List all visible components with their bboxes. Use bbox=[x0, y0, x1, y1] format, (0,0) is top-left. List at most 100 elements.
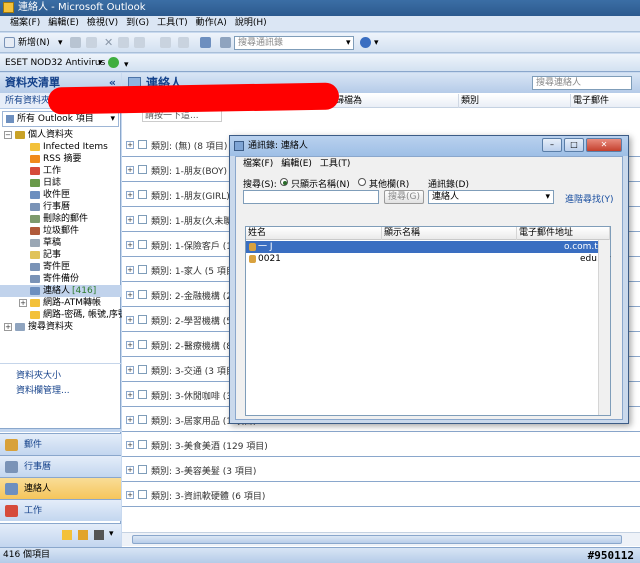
group-checkbox[interactable] bbox=[138, 215, 147, 224]
expand-icon[interactable]: + bbox=[19, 299, 27, 307]
maximize-button[interactable]: □ bbox=[564, 138, 584, 152]
group-checkbox[interactable] bbox=[138, 415, 147, 424]
folder-list-shortcut-icon[interactable] bbox=[78, 530, 88, 540]
group-checkbox[interactable] bbox=[138, 490, 147, 499]
menu-actions[interactable]: 動作(A) bbox=[192, 16, 231, 31]
expand-group-icon[interactable]: + bbox=[126, 391, 134, 399]
folder-item[interactable]: 垃圾郵件 bbox=[0, 225, 121, 237]
category-group-row[interactable]: + 類別: 3-美食美酒 (129 項目) bbox=[122, 434, 640, 457]
expand-icon[interactable]: + bbox=[4, 323, 12, 331]
name-only-radio[interactable] bbox=[280, 178, 288, 186]
eset-status-icon[interactable] bbox=[108, 57, 119, 68]
expand-group-icon[interactable]: + bbox=[126, 266, 134, 274]
group-checkbox[interactable] bbox=[138, 165, 147, 174]
more-columns-radio[interactable] bbox=[358, 178, 366, 186]
list-column-email[interactable]: 電子郵件地址 bbox=[517, 227, 610, 240]
data-file-management-link[interactable]: 資料欄管理... bbox=[16, 383, 70, 396]
column-file-as[interactable]: 歸檔為 bbox=[332, 94, 458, 108]
group-checkbox[interactable] bbox=[138, 190, 147, 199]
folder-item[interactable]: + 網路-ATM轉帳 bbox=[0, 297, 121, 309]
expand-group-icon[interactable]: + bbox=[126, 316, 134, 324]
group-checkbox[interactable] bbox=[138, 340, 147, 349]
search-contacts-input[interactable]: 搜尋連絡人 bbox=[532, 76, 632, 90]
dialog-menu-tools[interactable]: 工具(T) bbox=[316, 157, 355, 171]
group-checkbox[interactable] bbox=[138, 290, 147, 299]
address-search-dropdown-chevron-icon[interactable]: ▾ bbox=[346, 36, 351, 50]
name-only-label[interactable]: 只顯示名稱(N) bbox=[291, 177, 350, 190]
delete-icon[interactable]: ✕ bbox=[104, 36, 113, 50]
address-book-icon[interactable] bbox=[200, 37, 211, 48]
folder-item[interactable]: − 個人資料夾 bbox=[0, 129, 121, 141]
follow-up-flag-icon[interactable] bbox=[178, 37, 189, 48]
notes-shortcut-icon[interactable] bbox=[62, 530, 72, 540]
help-icon[interactable] bbox=[360, 37, 371, 48]
folder-item[interactable]: RSS 摘要 bbox=[0, 153, 121, 165]
folder-item[interactable]: 連絡人 [416] bbox=[0, 285, 121, 297]
menu-tools[interactable]: 工具(T) bbox=[153, 16, 192, 31]
categorize-icon[interactable] bbox=[160, 37, 171, 48]
mail-contact-icon[interactable] bbox=[118, 37, 129, 48]
eset-addon-button[interactable]: ESET NOD32 Antivirus bbox=[5, 56, 105, 70]
search-go-button[interactable]: 搜尋(G) bbox=[384, 190, 424, 204]
expand-group-icon[interactable]: + bbox=[126, 141, 134, 149]
address-book-select[interactable]: 連絡人 ▾ bbox=[428, 190, 554, 204]
call-icon[interactable] bbox=[134, 37, 145, 48]
more-columns-label[interactable]: 其他欄(R) bbox=[369, 177, 409, 190]
column-email[interactable]: 電子郵件 bbox=[570, 94, 640, 108]
folder-item[interactable]: 收件匣 bbox=[0, 189, 121, 201]
nav-button[interactable]: 連絡人 bbox=[0, 477, 121, 499]
nav-button[interactable]: 郵件 bbox=[0, 433, 121, 455]
expand-group-icon[interactable]: + bbox=[126, 416, 134, 424]
expand-group-icon[interactable]: + bbox=[126, 341, 134, 349]
group-checkbox[interactable] bbox=[138, 365, 147, 374]
new-dropdown-chevron-icon[interactable]: ▾ bbox=[58, 36, 63, 50]
folder-item[interactable]: 寄件匣 bbox=[0, 261, 121, 273]
category-group-row[interactable]: + 類別: 3-美容美髮 (3 項目) bbox=[122, 459, 640, 482]
list-column-name[interactable]: 姓名 bbox=[246, 227, 382, 240]
expand-group-icon[interactable]: + bbox=[126, 191, 134, 199]
expand-group-icon[interactable]: + bbox=[126, 366, 134, 374]
group-checkbox[interactable] bbox=[138, 440, 147, 449]
expand-group-icon[interactable]: + bbox=[126, 216, 134, 224]
view-selector-chevron-icon[interactable]: ▾ bbox=[110, 112, 115, 126]
dialog-menu-edit[interactable]: 編輯(E) bbox=[277, 157, 316, 171]
search-address-book-input[interactable]: 搜尋通訊錄 bbox=[234, 36, 354, 50]
expand-group-icon[interactable]: + bbox=[126, 466, 134, 474]
folder-item[interactable]: + 搜尋資料夾 bbox=[0, 321, 121, 333]
menu-view[interactable]: 檢視(V) bbox=[83, 16, 122, 31]
expand-group-icon[interactable]: + bbox=[126, 441, 134, 449]
advanced-find-link[interactable]: 進階尋找(Y) bbox=[565, 192, 614, 205]
move-to-folder-icon[interactable] bbox=[86, 37, 97, 48]
category-group-row[interactable]: + 類別: 3-資訊軟硬體 (6 項目) bbox=[122, 484, 640, 507]
list-item[interactable]: 0021 edu.tw bbox=[246, 253, 611, 265]
toolbar-options-chevron-icon[interactable]: ▾ bbox=[124, 58, 129, 72]
menu-help[interactable]: 說明(H) bbox=[231, 16, 271, 31]
group-checkbox[interactable] bbox=[138, 240, 147, 249]
help-dropdown-chevron-icon[interactable]: ▾ bbox=[374, 36, 379, 50]
scrollbar-thumb[interactable] bbox=[132, 535, 622, 544]
horizontal-scrollbar[interactable] bbox=[122, 532, 640, 546]
folder-item[interactable]: 刪除的郵件 bbox=[0, 213, 121, 225]
minimize-button[interactable]: – bbox=[542, 138, 562, 152]
folder-item[interactable]: 草稿 bbox=[0, 237, 121, 249]
menu-edit[interactable]: 編輯(E) bbox=[44, 16, 83, 31]
address-book-chevron-icon[interactable]: ▾ bbox=[545, 191, 550, 203]
folder-item[interactable]: 記事 bbox=[0, 249, 121, 261]
list-vertical-scrollbar[interactable] bbox=[598, 240, 610, 415]
menu-file[interactable]: 檔案(F) bbox=[6, 16, 44, 31]
folder-item[interactable]: 網路-密碼, 帳號,序號 bbox=[0, 309, 127, 321]
print-icon[interactable] bbox=[70, 37, 81, 48]
expand-group-icon[interactable]: + bbox=[126, 491, 134, 499]
group-checkbox[interactable] bbox=[138, 265, 147, 274]
nav-splitter[interactable] bbox=[0, 428, 121, 432]
list-item[interactable]: 一 J o.com.tw bbox=[246, 241, 610, 253]
dialog-menu-file[interactable]: 檔案(F) bbox=[239, 157, 277, 171]
group-checkbox[interactable] bbox=[138, 140, 147, 149]
list-column-display-name[interactable]: 顯示名稱 bbox=[382, 227, 517, 240]
close-button[interactable]: ✕ bbox=[586, 138, 622, 152]
folder-item[interactable]: 行事曆 bbox=[0, 201, 121, 213]
folder-item[interactable]: 日誌 bbox=[0, 177, 121, 189]
expand-group-icon[interactable]: + bbox=[126, 166, 134, 174]
new-button[interactable]: 新增(N) bbox=[18, 36, 50, 50]
shortcuts-icon[interactable] bbox=[94, 530, 104, 540]
